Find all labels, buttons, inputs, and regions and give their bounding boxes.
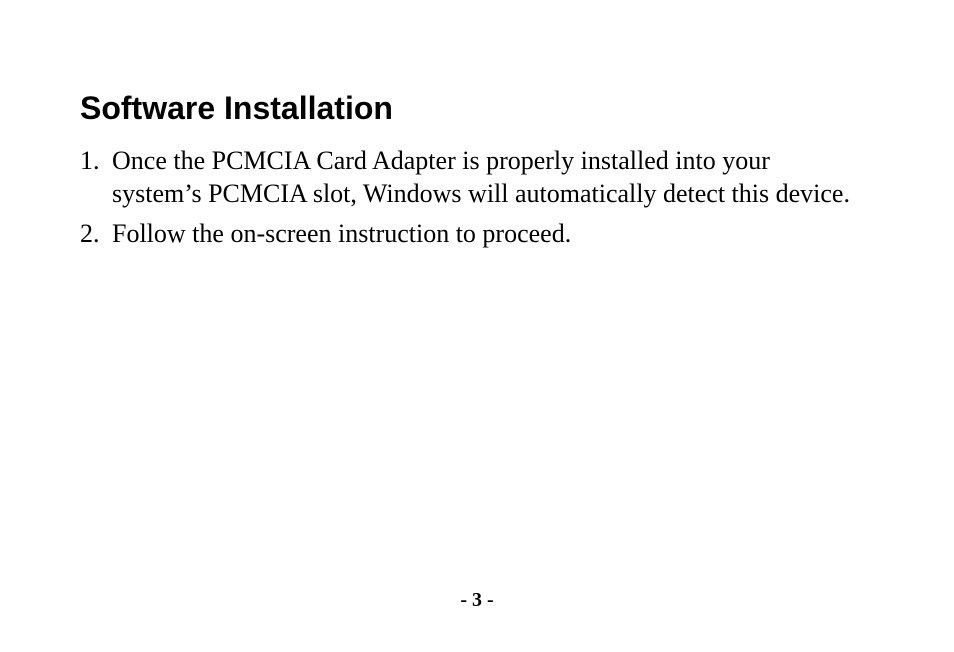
- section-heading: Software Installation: [80, 90, 864, 127]
- list-item: 2. Follow the on-screen instruction to p…: [80, 218, 864, 251]
- list-item: 1. Once the PCMCIA Card Adapter is prope…: [80, 145, 864, 210]
- list-item-marker: 1.: [80, 145, 112, 210]
- instruction-list: 1. Once the PCMCIA Card Adapter is prope…: [80, 145, 864, 251]
- list-item-marker: 2.: [80, 218, 112, 251]
- page-number: - 3 -: [0, 589, 954, 612]
- list-item-text: Once the PCMCIA Card Adapter is properly…: [112, 145, 864, 210]
- list-item-text: Follow the on-screen instruction to proc…: [112, 218, 864, 251]
